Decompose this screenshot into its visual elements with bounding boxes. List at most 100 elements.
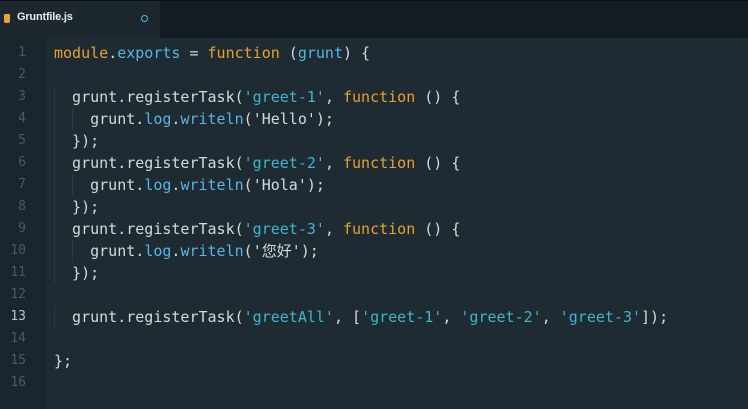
modified-indicator-icon[interactable] [141, 15, 148, 22]
code-token: . [135, 110, 145, 128]
code-token: function [207, 44, 280, 62]
code-token: 'greet-3' [559, 308, 642, 326]
code-token: grunt [297, 44, 343, 62]
code-token: writeln [180, 176, 244, 194]
code-token: . [108, 44, 118, 62]
line-number: 10 [10, 243, 26, 258]
code-token: ( [279, 44, 298, 62]
code-token: registerTask [126, 88, 235, 106]
code-line: module.exports = function (grunt) { [54, 42, 370, 64]
code-line: }); [54, 262, 99, 284]
code-token: grunt [54, 220, 118, 238]
code-token: ( [234, 220, 244, 238]
code-editor[interactable]: module.exports = function (grunt) { grun… [46, 38, 748, 409]
code-token: ( [234, 88, 244, 106]
code-token: () { [415, 220, 461, 238]
code-line: grunt.log.writeln('Hello'); [54, 108, 334, 130]
code-token: grunt [54, 242, 136, 260]
code-token: , [324, 220, 343, 238]
line-number: 13 [10, 309, 26, 324]
code-line: grunt.log.writeln('您好'); [54, 240, 319, 262]
line-number: 11 [10, 265, 26, 280]
code-token: . [117, 154, 127, 172]
code-token: function [343, 220, 416, 238]
code-token: grunt [54, 176, 136, 194]
code-token: exports [117, 44, 181, 62]
code-token: 'greet-2' [243, 154, 325, 172]
code-token: 'Hola' [252, 176, 307, 194]
code-token: ( [243, 242, 253, 260]
code-token: () { [415, 154, 461, 172]
line-number: 2 [18, 67, 26, 82]
code-token: , [ [333, 308, 362, 326]
line-number: 5 [18, 133, 26, 148]
code-token: writeln [180, 110, 244, 128]
line-number: 3 [18, 89, 26, 104]
code-token: ( [243, 110, 253, 128]
code-token: . [117, 308, 127, 326]
code-token: log [144, 110, 172, 128]
code-token: grunt [54, 110, 136, 128]
code-line: grunt.log.writeln('Hola'); [54, 174, 325, 196]
code-token: function [343, 154, 416, 172]
code-token: registerTask [126, 154, 235, 172]
code-token: 'Hello' [252, 110, 316, 128]
code-line: grunt.registerTask('greet-1', function (… [54, 86, 460, 108]
code-token: . [117, 88, 127, 106]
tab-bar: Gruntfile.js [0, 0, 748, 39]
line-number: 12 [10, 287, 26, 302]
code-token: grunt [54, 88, 118, 106]
code-token: registerTask [126, 308, 235, 326]
code-token: 'greet-1' [243, 88, 325, 106]
code-token: '您好' [252, 242, 301, 260]
line-number: 16 [10, 375, 26, 390]
code-token: ( [234, 308, 244, 326]
code-line: grunt.registerTask('greetAll', ['greet-1… [54, 306, 668, 328]
code-token: ); [300, 242, 319, 260]
code-token: 'greet-2' [460, 308, 542, 326]
code-token: registerTask [126, 220, 235, 238]
line-number: 8 [18, 199, 26, 214]
code-token: , [324, 154, 343, 172]
code-token: 'greetAll' [243, 308, 334, 326]
code-token: 'greet-3' [243, 220, 325, 238]
line-number: 14 [10, 331, 26, 346]
code-token: grunt [54, 308, 118, 326]
code-line: }); [54, 130, 99, 152]
code-token: module [54, 44, 109, 62]
code-token: ) { [343, 44, 371, 62]
line-number: 9 [18, 221, 26, 236]
line-number-gutter: 1 2 3 4 5 6 7 8 9 10 11 12 13 14 15 16 [0, 38, 46, 409]
code-token: = [180, 44, 208, 62]
code-token: }); [54, 264, 100, 282]
code-token: , [442, 308, 461, 326]
tab-gruntfile[interactable]: Gruntfile.js [0, 1, 160, 39]
line-number: 7 [18, 177, 26, 192]
code-token: ( [243, 176, 253, 194]
code-line: }); [54, 196, 99, 218]
code-token: }); [54, 132, 100, 150]
line-number: 4 [18, 111, 26, 126]
line-number: 1 [18, 45, 26, 60]
code-token: ]); [641, 308, 669, 326]
file-icon [4, 14, 10, 23]
code-token: log [144, 242, 172, 260]
code-token: , [324, 88, 343, 106]
code-token: function [343, 88, 416, 106]
code-token: }; [54, 352, 73, 370]
code-token: ); [306, 176, 325, 194]
code-token: , [541, 308, 560, 326]
code-token: grunt [54, 154, 118, 172]
code-token: }); [54, 198, 100, 216]
code-line: }; [54, 350, 72, 372]
code-line: grunt.registerTask('greet-3', function (… [54, 218, 460, 240]
line-number: 15 [10, 353, 26, 368]
code-token: writeln [180, 242, 244, 260]
code-line: grunt.registerTask('greet-2', function (… [54, 152, 460, 174]
tab-label: Gruntfile.js [17, 11, 73, 23]
code-token: . [117, 220, 127, 238]
code-token: log [144, 176, 172, 194]
code-token: ( [234, 154, 244, 172]
code-token: () { [415, 88, 461, 106]
code-token: 'greet-1' [361, 308, 443, 326]
